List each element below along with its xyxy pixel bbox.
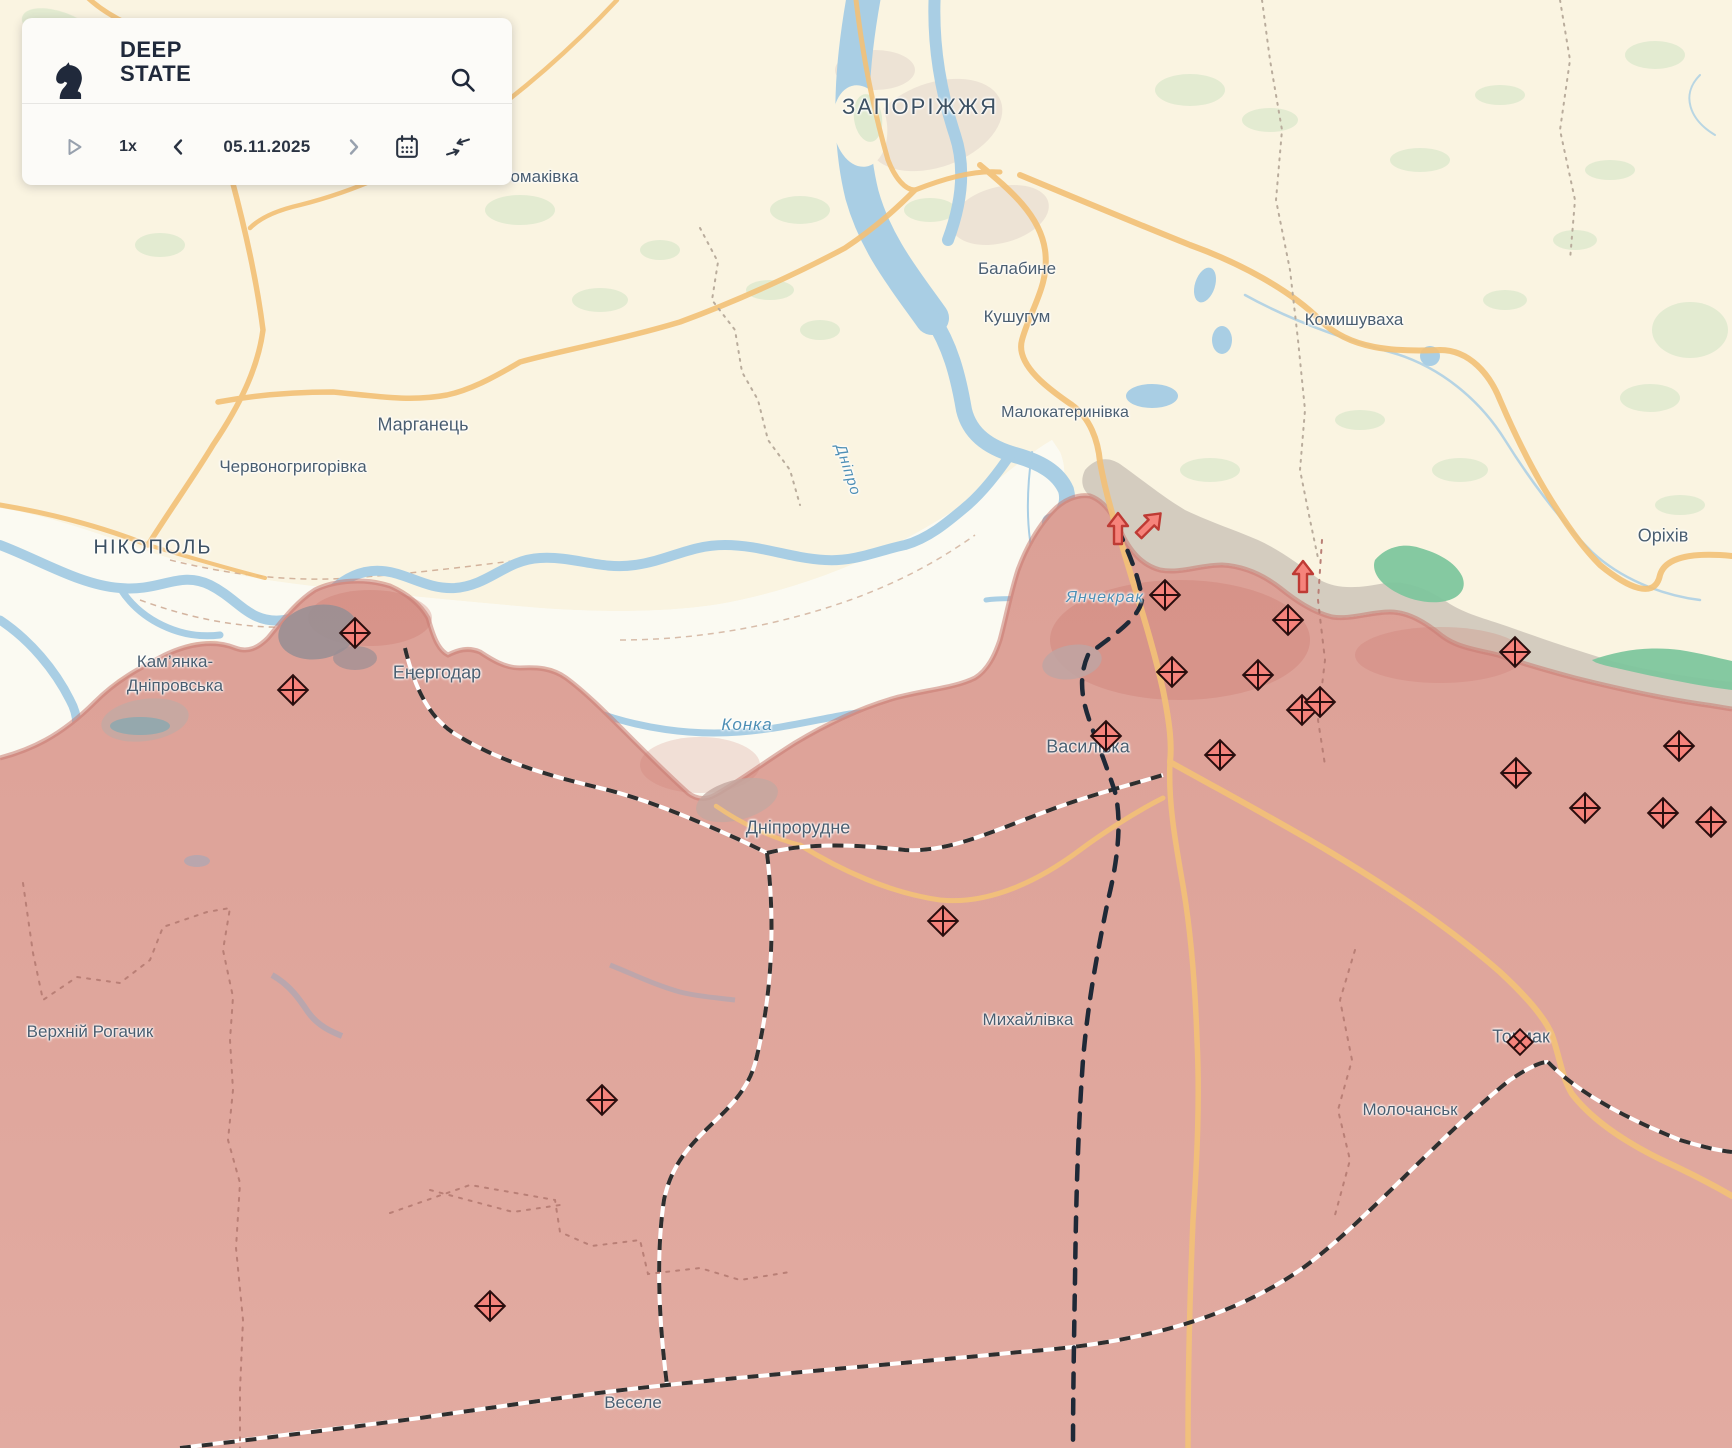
- combat-marker[interactable]: [1696, 807, 1726, 837]
- combat-marker[interactable]: [475, 1291, 505, 1321]
- brand-line2: STATE: [120, 62, 191, 86]
- combat-marker[interactable]: [1205, 740, 1235, 770]
- arrows-layer: [1108, 506, 1313, 592]
- brand-wordmark: DEEP STATE: [120, 38, 191, 86]
- combat-marker[interactable]: [928, 906, 958, 936]
- calendar-icon[interactable]: [395, 135, 419, 159]
- combat-marker[interactable]: [340, 618, 370, 648]
- combat-marker[interactable]: [1648, 798, 1678, 828]
- advance-arrow: [1132, 506, 1168, 542]
- combat-marker[interactable]: [1150, 580, 1180, 610]
- play-icon[interactable]: [67, 138, 83, 156]
- combat-marker[interactable]: [587, 1085, 617, 1115]
- markers-overlay: [0, 0, 1732, 1448]
- control-panel: DEEP STATE 1x 05.11.2025: [22, 18, 512, 185]
- combat-marker[interactable]: [1507, 1029, 1532, 1054]
- combat-marker[interactable]: [1500, 637, 1530, 667]
- combat-marker[interactable]: [1570, 793, 1600, 823]
- advance-arrow: [1108, 513, 1128, 544]
- speed-button[interactable]: 1x: [119, 138, 137, 156]
- combat-marker[interactable]: [1501, 758, 1531, 788]
- jump-to-latest-icon[interactable]: [445, 135, 471, 159]
- prev-day-icon[interactable]: [171, 138, 185, 156]
- date-display[interactable]: 05.11.2025: [223, 137, 310, 157]
- next-day-icon[interactable]: [347, 138, 361, 156]
- card-divider: [22, 103, 512, 104]
- combat-marker[interactable]: [278, 675, 308, 705]
- deepstate-logo-icon: [51, 54, 89, 106]
- advance-arrow: [1293, 561, 1313, 592]
- combat-marker[interactable]: [1157, 657, 1187, 687]
- search-icon[interactable]: [449, 66, 477, 94]
- markers-layer: [278, 580, 1726, 1321]
- combat-marker[interactable]: [1091, 721, 1121, 751]
- combat-marker[interactable]: [1664, 731, 1694, 761]
- brand-line1: DEEP: [120, 38, 191, 62]
- combat-marker[interactable]: [1273, 605, 1303, 635]
- map-canvas[interactable]: ЗАПОРІЖЖЯБалабинеКушугумМалокатеринівкаК…: [0, 0, 1732, 1448]
- combat-marker[interactable]: [1243, 660, 1273, 690]
